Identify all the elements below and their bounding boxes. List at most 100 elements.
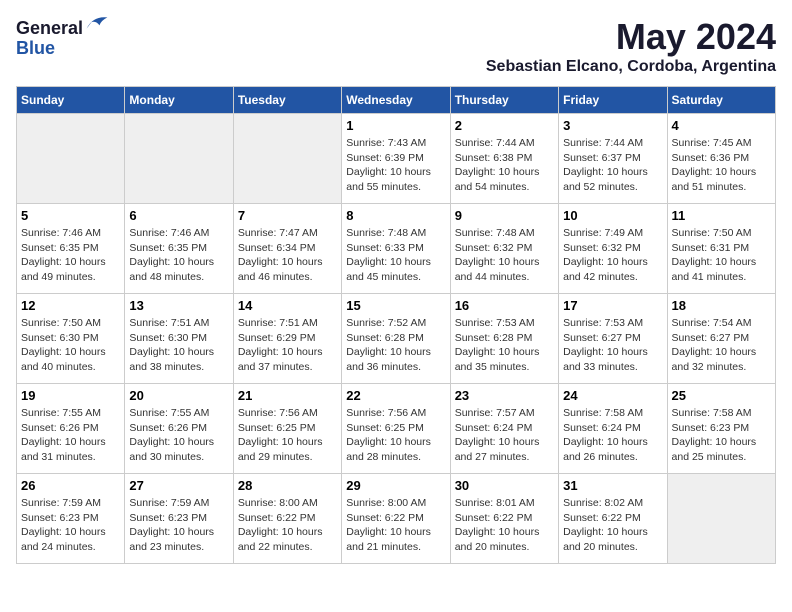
day-info: Sunrise: 7:56 AMSunset: 6:25 PMDaylight:… [346,406,445,465]
calendar-cell: 10 Sunrise: 7:49 AMSunset: 6:32 PMDayligh… [559,204,667,294]
day-number: 26 [21,478,120,493]
day-number: 6 [129,208,228,223]
page-header: General Blue May 2024 Sebastian Elcano, … [16,16,776,76]
calendar-cell: 28 Sunrise: 8:00 AMSunset: 6:22 PMDayligh… [233,474,341,564]
day-number: 8 [346,208,445,223]
day-number: 11 [672,208,771,223]
day-info: Sunrise: 7:48 AMSunset: 6:32 PMDaylight:… [455,226,554,285]
day-info: Sunrise: 7:59 AMSunset: 6:23 PMDaylight:… [129,496,228,555]
calendar-cell [667,474,775,564]
calendar-cell: 15 Sunrise: 7:52 AMSunset: 6:28 PMDayligh… [342,294,450,384]
day-number: 21 [238,388,337,403]
day-info: Sunrise: 8:01 AMSunset: 6:22 PMDaylight:… [455,496,554,555]
day-number: 5 [21,208,120,223]
calendar-cell: 24 Sunrise: 7:58 AMSunset: 6:24 PMDayligh… [559,384,667,474]
calendar-week-1: 1 Sunrise: 7:43 AMSunset: 6:39 PMDaylight… [17,114,776,204]
month-year-title: May 2024 [486,16,776,58]
calendar-cell: 8 Sunrise: 7:48 AMSunset: 6:33 PMDaylight… [342,204,450,294]
logo: General Blue [16,16,109,59]
day-number: 17 [563,298,662,313]
day-info: Sunrise: 7:46 AMSunset: 6:35 PMDaylight:… [21,226,120,285]
day-info: Sunrise: 7:53 AMSunset: 6:28 PMDaylight:… [455,316,554,375]
calendar-cell: 19 Sunrise: 7:55 AMSunset: 6:26 PMDayligh… [17,384,125,474]
calendar-cell: 2Sunrise: 7:44 AMSunset: 6:38 PMDaylight… [450,114,558,204]
weekday-header-saturday: Saturday [667,87,775,114]
calendar-week-4: 19 Sunrise: 7:55 AMSunset: 6:26 PMDayligh… [17,384,776,474]
calendar-cell: 13 Sunrise: 7:51 AMSunset: 6:30 PMDayligh… [125,294,233,384]
day-number: 30 [455,478,554,493]
day-info: Sunrise: 7:43 AMSunset: 6:39 PMDaylight:… [346,136,445,195]
day-number: 31 [563,478,662,493]
day-number: 1 [346,118,445,133]
calendar-cell: 16Sunrise: 7:53 AMSunset: 6:28 PMDayligh… [450,294,558,384]
day-number: 15 [346,298,445,313]
calendar-table: SundayMondayTuesdayWednesdayThursdayFrid… [16,86,776,564]
day-info: Sunrise: 7:49 AMSunset: 6:32 PMDaylight:… [563,226,662,285]
day-number: 2 [455,118,554,133]
day-number: 28 [238,478,337,493]
calendar-cell: 22Sunrise: 7:56 AMSunset: 6:25 PMDayligh… [342,384,450,474]
calendar-cell [125,114,233,204]
calendar-cell: 26Sunrise: 7:59 AMSunset: 6:23 PMDayligh… [17,474,125,564]
day-number: 14 [238,298,337,313]
calendar-week-3: 12 Sunrise: 7:50 AMSunset: 6:30 PMDayligh… [17,294,776,384]
weekday-header-monday: Monday [125,87,233,114]
logo-bird-icon [85,14,109,32]
day-info: Sunrise: 7:51 AMSunset: 6:30 PMDaylight:… [129,316,228,375]
day-number: 9 [455,208,554,223]
weekday-header-sunday: Sunday [17,87,125,114]
calendar-cell: 4Sunrise: 7:45 AMSunset: 6:36 PMDaylight… [667,114,775,204]
calendar-cell: 21 Sunrise: 7:56 AMSunset: 6:25 PMDayligh… [233,384,341,474]
day-info: Sunrise: 7:55 AMSunset: 6:26 PMDaylight:… [129,406,228,465]
calendar-cell: 31Sunrise: 8:02 AMSunset: 6:22 PMDayligh… [559,474,667,564]
day-number: 25 [672,388,771,403]
calendar-cell: 11 Sunrise: 7:50 AMSunset: 6:31 PMDayligh… [667,204,775,294]
calendar-cell: 17Sunrise: 7:53 AMSunset: 6:27 PMDayligh… [559,294,667,384]
calendar-cell: 25 Sunrise: 7:58 AMSunset: 6:23 PMDayligh… [667,384,775,474]
calendar-cell: 20 Sunrise: 7:55 AMSunset: 6:26 PMDayligh… [125,384,233,474]
day-number: 23 [455,388,554,403]
day-number: 4 [672,118,771,133]
calendar-cell: 23Sunrise: 7:57 AMSunset: 6:24 PMDayligh… [450,384,558,474]
calendar-cell [17,114,125,204]
calendar-cell: 3Sunrise: 7:44 AMSunset: 6:37 PMDaylight… [559,114,667,204]
day-info: Sunrise: 7:52 AMSunset: 6:28 PMDaylight:… [346,316,445,375]
day-number: 13 [129,298,228,313]
calendar-header-row: SundayMondayTuesdayWednesdayThursdayFrid… [17,87,776,114]
day-info: Sunrise: 7:48 AMSunset: 6:33 PMDaylight:… [346,226,445,285]
logo-blue: Blue [16,38,55,58]
weekday-header-thursday: Thursday [450,87,558,114]
calendar-cell [233,114,341,204]
calendar-cell: 14 Sunrise: 7:51 AMSunset: 6:29 PMDayligh… [233,294,341,384]
day-number: 20 [129,388,228,403]
calendar-cell: 12 Sunrise: 7:50 AMSunset: 6:30 PMDayligh… [17,294,125,384]
calendar-cell: 5 Sunrise: 7:46 AMSunset: 6:35 PMDaylight… [17,204,125,294]
day-info: Sunrise: 8:00 AMSunset: 6:22 PMDaylight:… [238,496,337,555]
day-number: 27 [129,478,228,493]
day-info: Sunrise: 7:50 AMSunset: 6:31 PMDaylight:… [672,226,771,285]
day-number: 19 [21,388,120,403]
calendar-cell: 7Sunrise: 7:47 AMSunset: 6:34 PMDaylight… [233,204,341,294]
day-info: Sunrise: 7:51 AMSunset: 6:29 PMDaylight:… [238,316,337,375]
calendar-cell: 18Sunrise: 7:54 AMSunset: 6:27 PMDayligh… [667,294,775,384]
day-info: Sunrise: 7:58 AMSunset: 6:24 PMDaylight:… [563,406,662,465]
title-area: May 2024 Sebastian Elcano, Cordoba, Arge… [486,16,776,76]
calendar-cell: 9 Sunrise: 7:48 AMSunset: 6:32 PMDaylight… [450,204,558,294]
logo-general: General [16,18,83,38]
day-number: 29 [346,478,445,493]
day-number: 10 [563,208,662,223]
day-info: Sunrise: 7:54 AMSunset: 6:27 PMDaylight:… [672,316,771,375]
calendar-cell: 30 Sunrise: 8:01 AMSunset: 6:22 PMDayligh… [450,474,558,564]
day-info: Sunrise: 8:00 AMSunset: 6:22 PMDaylight:… [346,496,445,555]
day-number: 24 [563,388,662,403]
day-info: Sunrise: 7:50 AMSunset: 6:30 PMDaylight:… [21,316,120,375]
day-number: 12 [21,298,120,313]
day-info: Sunrise: 7:56 AMSunset: 6:25 PMDaylight:… [238,406,337,465]
calendar-week-5: 26 Sunrise: 7:59 AMSunset: 6:23 PMDayligh… [17,474,776,564]
day-info: Sunrise: 7:58 AMSunset: 6:23 PMDaylight:… [672,406,771,465]
calendar-cell: 6Sunrise: 7:46 AMSunset: 6:35 PMDaylight… [125,204,233,294]
day-info: Sunrise: 7:55 AMSunset: 6:26 PMDaylight:… [21,406,120,465]
weekday-header-wednesday: Wednesday [342,87,450,114]
calendar-week-2: 5 Sunrise: 7:46 AMSunset: 6:35 PMDaylight… [17,204,776,294]
calendar-cell: 1 Sunrise: 7:43 AMSunset: 6:39 PMDaylight… [342,114,450,204]
